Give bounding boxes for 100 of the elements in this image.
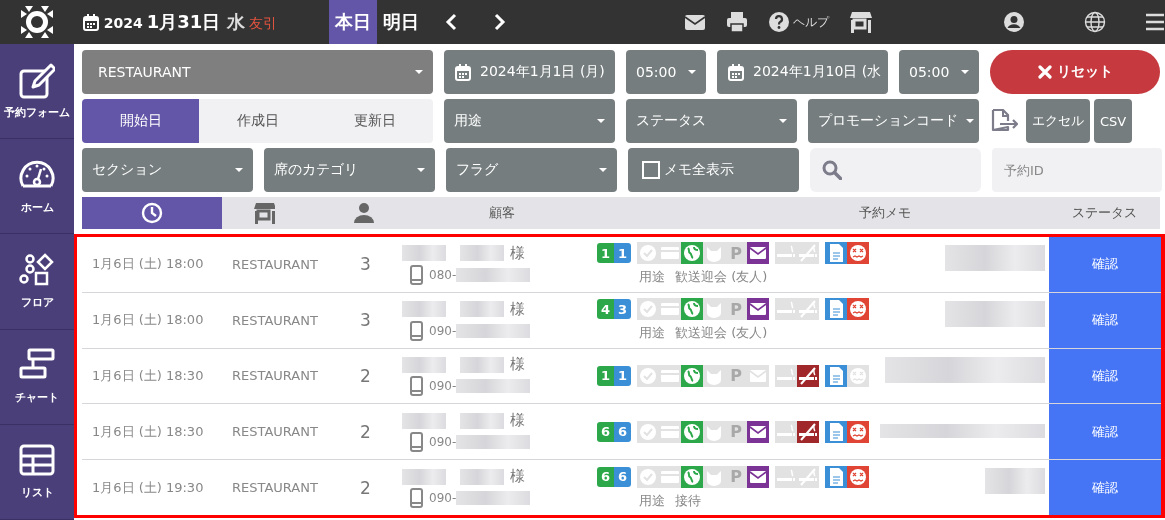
help-link[interactable]: ヘルプ xyxy=(768,11,829,33)
date-type-tab[interactable]: 開始日 xyxy=(82,99,199,143)
dropdown[interactable]: ステータス xyxy=(626,99,797,143)
column-header: 予約メモ xyxy=(858,204,912,222)
status-button[interactable]: 確認 xyxy=(1049,348,1161,404)
party-size: 2 xyxy=(360,366,372,386)
logo-icon[interactable] xyxy=(18,4,55,40)
sort-tab[interactable] xyxy=(82,197,222,229)
sidebar-item[interactable]: チャート xyxy=(0,329,74,425)
sidebar-item[interactable]: フロア xyxy=(0,234,74,330)
parking-icon: P xyxy=(725,365,747,387)
section-name: RESTAURANT xyxy=(232,424,319,440)
caret-icon xyxy=(235,168,243,172)
dropdown[interactable]: 席のカテゴリ xyxy=(264,148,435,192)
section-name: RESTAURANT xyxy=(232,256,319,272)
phone-icon xyxy=(410,320,423,341)
count-badge: 3 xyxy=(614,299,631,320)
reservation-time: 1月6日 (土) 18:00 xyxy=(91,255,205,274)
search-icon xyxy=(822,160,842,180)
sidebar-item[interactable]: 予約フォーム xyxy=(0,44,74,140)
dropdown[interactable]: RESTAURANT xyxy=(82,50,433,94)
phone-prefix: 080- xyxy=(429,267,457,282)
reservation-time: 1月6日 (土) 19:30 xyxy=(91,478,205,497)
store-icon[interactable] xyxy=(849,10,873,34)
status-button[interactable]: 確認 xyxy=(1049,292,1161,348)
dropdown[interactable]: プロモーションコード xyxy=(808,99,979,143)
calendar-icon[interactable] xyxy=(81,13,100,31)
sidebar-item[interactable]: リスト xyxy=(0,424,74,520)
search-field[interactable] xyxy=(810,148,981,192)
redacted-text xyxy=(460,357,504,373)
honorific: 様 xyxy=(510,467,525,487)
menu-icon[interactable] xyxy=(1145,12,1165,32)
purpose-value: 歓送迎会 (友人) xyxy=(675,324,768,343)
count-badge: 1 xyxy=(597,366,614,386)
caret-icon xyxy=(961,70,969,74)
caret-icon xyxy=(417,168,425,172)
phone-icon xyxy=(410,432,423,453)
phone-prefix: 090- xyxy=(429,323,457,338)
export-button[interactable]: エクセル xyxy=(1026,99,1090,143)
help-icon xyxy=(768,11,790,33)
reservation-time: 1月6日 (土) 18:30 xyxy=(91,422,205,441)
phone-prefix: 090- xyxy=(429,435,457,450)
person-icon xyxy=(352,202,375,224)
calendar-icon xyxy=(727,63,745,81)
count-badge: 1 xyxy=(614,366,631,386)
dropdown[interactable]: セクション xyxy=(82,148,253,192)
export-icon[interactable] xyxy=(990,109,1018,133)
honorific: 様 xyxy=(510,355,525,375)
year-label: 2024 xyxy=(103,15,143,31)
dropdown[interactable]: 05:00 xyxy=(899,50,979,94)
redacted-text xyxy=(460,468,504,485)
weekday-label: 水 xyxy=(227,10,246,34)
caret-icon xyxy=(415,70,423,74)
redacted-text xyxy=(402,301,446,318)
day-button[interactable]: 明日 xyxy=(377,0,425,44)
prev-icon[interactable] xyxy=(445,13,458,31)
date-field[interactable]: 2024年1月1日 (月) xyxy=(444,50,615,94)
date-type-tab[interactable]: 更新日 xyxy=(316,99,433,143)
status-button[interactable]: 確認 xyxy=(1049,237,1161,292)
pencil-icon xyxy=(19,62,55,99)
caret-icon xyxy=(599,168,607,172)
dropdown[interactable]: 05:00 xyxy=(626,50,706,94)
party-size: 2 xyxy=(360,421,372,442)
count-badge: 6 xyxy=(597,466,614,487)
party-size: 3 xyxy=(360,310,372,331)
status-button[interactable]: 確認 xyxy=(1049,404,1161,460)
caret-icon xyxy=(779,119,787,123)
count-badge: 1 xyxy=(597,243,614,264)
user-icon[interactable] xyxy=(1003,11,1025,33)
mail-icon[interactable] xyxy=(684,12,706,32)
sidebar-item[interactable]: ホーム xyxy=(0,139,74,235)
dropdown[interactable]: 用途 xyxy=(444,99,615,143)
section-name: RESTAURANT xyxy=(232,312,319,328)
globe-icon[interactable] xyxy=(1084,11,1106,33)
reset-button[interactable]: リセット xyxy=(990,50,1160,94)
rokuyo-label: 友引 xyxy=(249,15,278,33)
day-button[interactable]: 本日 xyxy=(329,0,377,44)
purpose-value: 接待 xyxy=(675,491,701,510)
dropdown[interactable]: フラグ xyxy=(446,148,617,192)
purpose-value: 歓送迎会 (友人) xyxy=(675,268,768,287)
redacted-text xyxy=(402,412,446,429)
reservation-id-field[interactable]: 予約ID xyxy=(992,148,1162,192)
memo-toggle[interactable]: メモ全表示 xyxy=(628,148,799,192)
date-field[interactable]: 2024年1月10日 (水 xyxy=(717,50,888,94)
phone-prefix: 090- xyxy=(429,379,457,394)
count-badge: 6 xyxy=(614,466,631,487)
status-button[interactable]: 確認 xyxy=(1049,460,1161,515)
export-button[interactable]: CSV xyxy=(1094,99,1133,143)
party-size: 3 xyxy=(360,254,372,275)
honorific: 様 xyxy=(510,299,525,319)
purpose-label: 用途 xyxy=(639,491,665,510)
section-name: RESTAURANT xyxy=(232,368,319,384)
parking-icon: P xyxy=(725,298,747,321)
column-header: 顧客 xyxy=(488,204,516,222)
date-type-tab[interactable]: 作成日 xyxy=(199,99,316,143)
calendar-icon xyxy=(454,63,472,81)
count-badge: 4 xyxy=(597,299,614,320)
printer-icon[interactable] xyxy=(726,11,748,33)
next-icon[interactable] xyxy=(493,13,506,31)
count-badge: 1 xyxy=(614,243,631,264)
